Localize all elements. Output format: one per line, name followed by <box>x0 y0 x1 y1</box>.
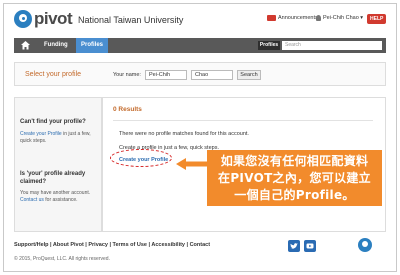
pivot-logo[interactable]: pivot <box>14 9 73 29</box>
callout-arrow <box>176 158 208 170</box>
contact-us-link[interactable]: Contact us <box>20 197 44 203</box>
announcements-icon <box>267 15 276 21</box>
pivot-logo-icon <box>14 10 32 28</box>
nav-profiles[interactable]: Profiles <box>76 38 109 53</box>
claimed-heading: Is 'your' profile already claimed? <box>20 171 86 185</box>
results-count: 0 Results <box>113 106 142 113</box>
annotation-callout: 如果您沒有任何相匹配資料 在PIVOT之內，您可以建立 一個自己的Profile… <box>207 150 382 206</box>
search-button[interactable]: Search <box>237 70 261 80</box>
cant-find-heading: Can't find your profile? <box>20 119 86 125</box>
help-button[interactable]: HELP <box>367 14 387 24</box>
announcements-label: Announcements <box>278 15 318 21</box>
youtube-icon[interactable] <box>304 240 316 252</box>
select-profile-title: Select your profile <box>25 71 82 78</box>
claimed-text-block: You may have another account. Contact us… <box>20 190 100 204</box>
footer-links[interactable]: Support/Help | About Pivot | Privacy | T… <box>14 242 210 248</box>
sidebar: Can't find your profile? Create your Pro… <box>14 97 102 232</box>
callout-line-1: 如果您沒有任何相匹配資料 <box>220 154 369 168</box>
logo-text: pivot <box>34 9 73 28</box>
user-menu[interactable]: Pei-Chih Chao ▾ <box>316 15 363 21</box>
search-input[interactable]: Search <box>282 41 382 50</box>
copyright: © 2015, ProQuest, LLC. All rights reserv… <box>14 256 110 262</box>
no-match-text: There were no profile matches found for … <box>119 131 249 137</box>
twitter-icon[interactable] <box>288 240 300 252</box>
last-name-field[interactable]: Chao <box>191 70 233 80</box>
create-profile-link[interactable]: Create your Profile <box>20 131 62 137</box>
institution-name: National Taiwan University <box>78 15 184 25</box>
user-name: Pei-Chih Chao <box>323 15 359 21</box>
chevron-down-icon: ▾ <box>358 15 364 21</box>
callout-line-3: 一個自己的Profile。 <box>234 188 355 202</box>
callout-line-2: 在PIVOT之內，您可以建立 <box>218 171 371 185</box>
search-scope-dropdown[interactable]: Profiles <box>258 41 280 50</box>
highlight-ellipse <box>110 149 172 167</box>
announcements-link[interactable]: Announcements <box>267 15 318 21</box>
home-icon[interactable] <box>20 40 31 51</box>
cant-find-text: Create your Profile in just a few, quick… <box>20 131 100 145</box>
select-profile-bar: Select your profile Your name: Pei-Chih … <box>14 62 386 86</box>
your-name-label: Your name: <box>113 72 141 78</box>
user-icon <box>316 15 321 21</box>
proquest-logo-icon <box>358 238 372 252</box>
claimed-text: You may have another account. <box>20 190 91 196</box>
contact-rest: for assistance. <box>43 197 78 203</box>
nav-funding[interactable]: Funding <box>44 42 68 48</box>
main-nav: Funding Profiles Profiles Search <box>14 38 386 53</box>
first-name-field[interactable]: Pei-Chih <box>145 70 187 80</box>
top-header: pivot National Taiwan University Announc… <box>4 4 396 34</box>
browser-frame: pivot National Taiwan University Announc… <box>3 3 397 272</box>
divider <box>113 120 373 121</box>
